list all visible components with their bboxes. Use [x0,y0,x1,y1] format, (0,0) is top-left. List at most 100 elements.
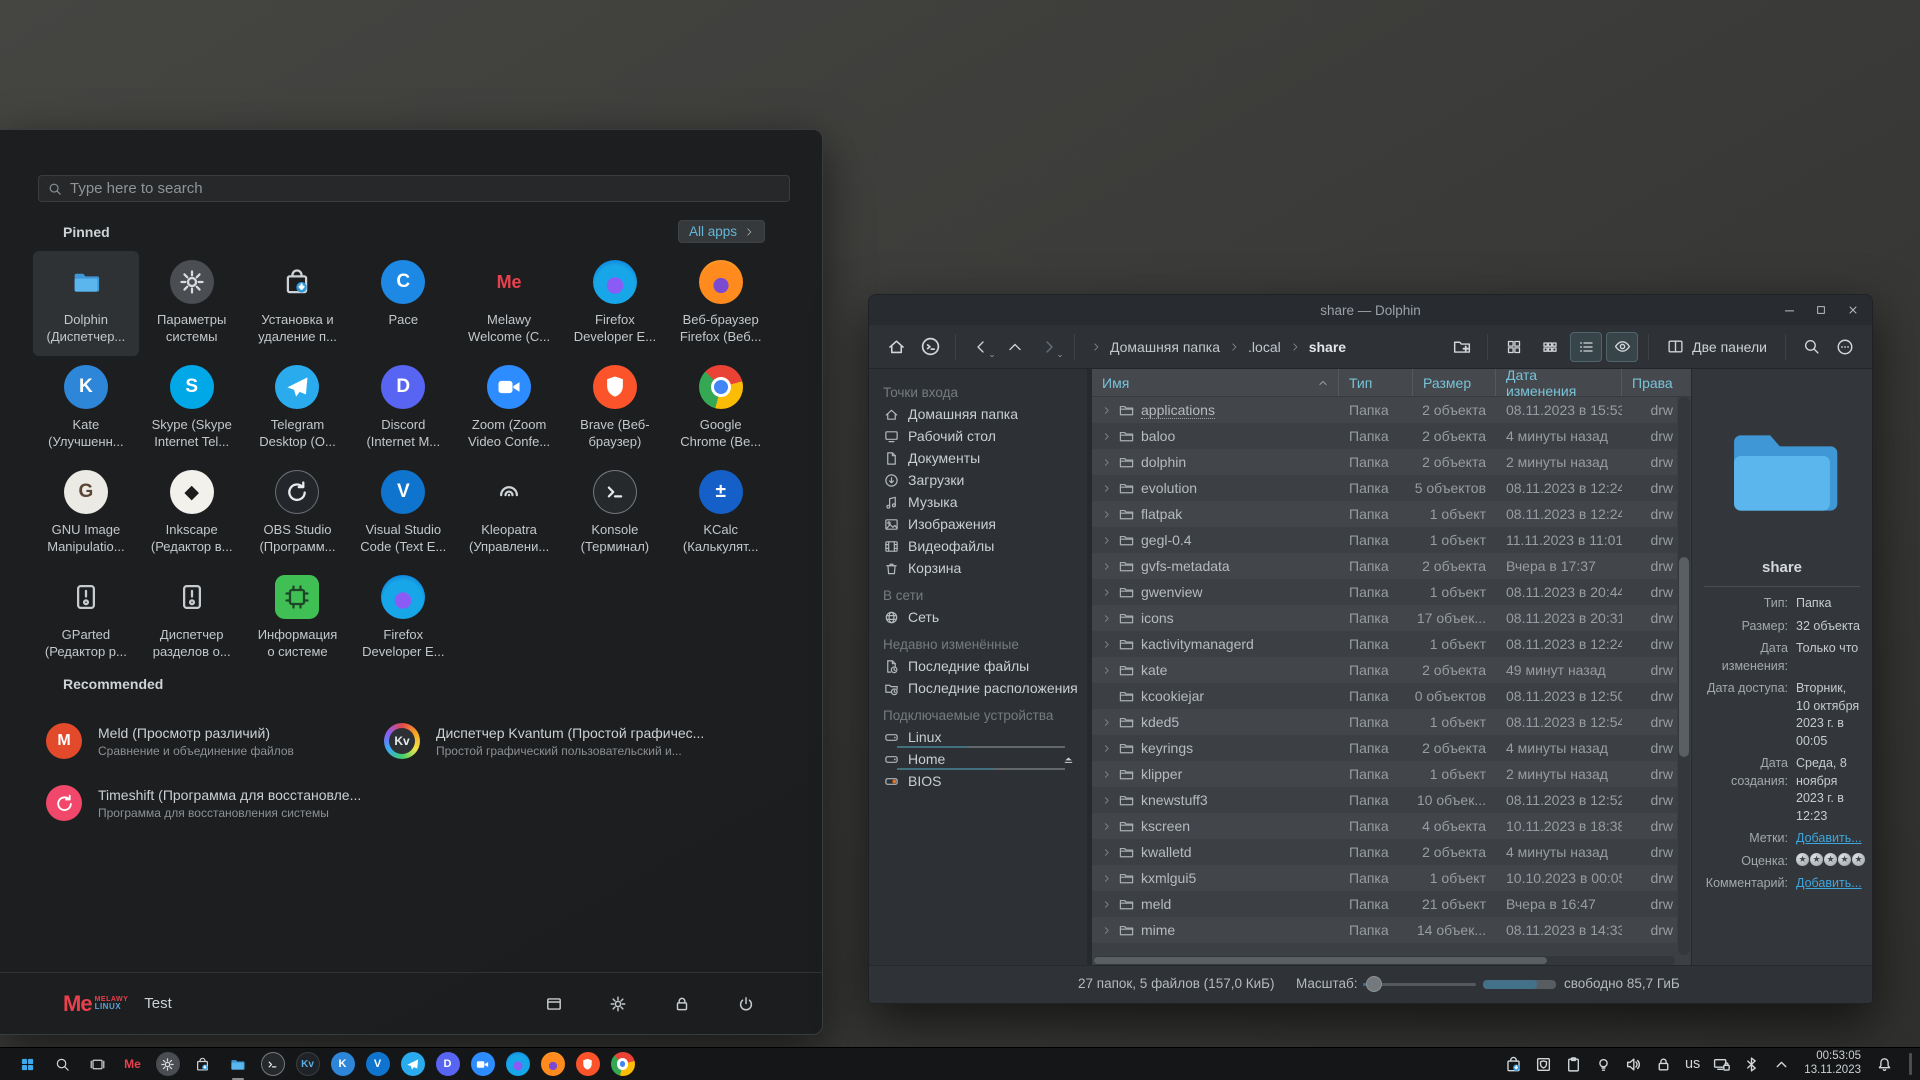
pinned-app-zoom[interactable]: Zoom (ZoomVideo Confe... [456,356,562,461]
place-item-последние-файлы[interactable]: Последние файлы [869,655,1087,677]
expand-icon[interactable] [1102,510,1112,519]
expand-icon[interactable] [1102,614,1112,623]
place-item-bios[interactable]: BIOS [869,770,1087,792]
tray-expand-tray-icon[interactable] [1768,1048,1794,1080]
expand-icon[interactable] [1102,926,1112,935]
taskbar-app-kvantum[interactable]: Kv [290,1048,325,1080]
search-input[interactable]: Type here to search [38,175,790,202]
expand-icon[interactable] [1102,432,1112,441]
pinned-app-brave[interactable]: Brave (Веб-браузер) [562,356,668,461]
pinned-app-melawy-welcome[interactable]: MeMelawyWelcome (C... [456,251,562,356]
pinned-app-kcalc[interactable]: ±KCalc(Калькулят... [668,461,774,566]
expand-icon[interactable] [1102,874,1112,883]
expand-icon[interactable] [1102,848,1112,857]
expand-icon[interactable] [1102,796,1112,805]
tray-volume-icon[interactable] [1621,1048,1647,1080]
pinned-app-partition-manager[interactable]: Диспетчерразделов о... [139,566,245,671]
pinned-app-gimp[interactable]: GGNU ImageManipulatio... [33,461,139,566]
pinned-app-kleopatra[interactable]: Kleopatra(Управлени... [456,461,562,566]
pinned-app-pace[interactable]: CPace [350,251,456,356]
taskbar-app-brave[interactable] [570,1048,605,1080]
recommended-app-meld[interactable]: MMeld (Просмотр различий)Сравнение и объ… [38,710,376,772]
tray-bluetooth-icon[interactable] [1738,1048,1764,1080]
taskbar-app-window-switcher[interactable] [80,1048,115,1080]
taskbar-app-dolphin[interactable] [220,1048,255,1080]
taskbar-app-discover[interactable] [185,1048,220,1080]
maximize-button[interactable] [1812,301,1830,319]
expand-icon[interactable] [1102,718,1112,727]
file-row-kwalletd[interactable]: kwalletdПапка2 объекта4 минуты назадdrw [1092,839,1677,865]
expand-icon[interactable] [1102,640,1112,649]
menu-button[interactable] [1830,332,1860,362]
close-button[interactable] [1844,301,1862,319]
pinned-app-telegram[interactable]: TelegramDesktop (О... [245,356,351,461]
place-item-изображения[interactable]: Изображения [869,513,1087,535]
place-item-рабочий-стол[interactable]: Рабочий стол [869,425,1087,447]
pinned-app-system-settings[interactable]: Параметрысистемы [139,251,245,356]
shutdown-button[interactable] [727,989,765,1019]
pinned-app-discord[interactable]: DDiscord(Internet M... [350,356,456,461]
expand-icon[interactable] [1102,744,1112,753]
place-item-корзина[interactable]: Корзина [869,557,1087,579]
place-item-домашняя-папка[interactable]: Домашняя папка [869,403,1087,425]
zoom-slider[interactable] [1363,983,1476,986]
taskbar-app-telegram[interactable] [395,1048,430,1080]
rating-stars[interactable]: ★★★★★ [1796,853,1865,866]
file-row-kactivitymanagerd[interactable]: kactivitymanagerdПапка1 объект08.11.2023… [1092,631,1677,657]
file-manager-button[interactable] [535,989,573,1019]
file-row-icons[interactable]: iconsПапка17 объек...08.11.2023 в 20:31d… [1092,605,1677,631]
add-link[interactable]: Добавить... [1796,875,1862,893]
taskbar-app-vscode[interactable]: V [360,1048,395,1080]
breadcrumb-item[interactable]: share [1309,339,1346,355]
titlebar[interactable]: share — Dolphin [869,295,1872,325]
new-folder-button[interactable] [1447,332,1477,362]
details-view-button[interactable] [1570,332,1602,362]
place-item-загрузки[interactable]: Загрузки [869,469,1087,491]
tray-night-color-icon[interactable] [1591,1048,1617,1080]
vertical-scrollbar[interactable] [1678,397,1690,955]
file-row-kscreen[interactable]: kscreenПапка4 объекта10.11.2023 в 18:38d… [1092,813,1677,839]
breadcrumb-item[interactable]: Домашняя папка [1110,339,1220,355]
file-row-dolphin[interactable]: dolphinПапка2 объекта2 минуты назадdrw [1092,449,1677,475]
place-item-linux[interactable]: Linux [869,726,1087,748]
settings-button[interactable] [599,989,637,1019]
column-header-2[interactable]: Размер [1413,369,1496,396]
pinned-app-firefox-developer[interactable]: FirefoxDeveloper E... [562,251,668,356]
show-desktop-edge[interactable] [1909,1053,1912,1075]
expand-icon[interactable] [1102,822,1112,831]
add-link[interactable]: Добавить... [1796,830,1862,848]
file-row-baloo[interactable]: balooПапка2 объекта4 минуты назадdrw [1092,423,1677,449]
expand-icon[interactable] [1102,484,1112,493]
pinned-app-skype[interactable]: SSkype (SkypeInternet Tel... [139,356,245,461]
user-avatar-button[interactable] [915,332,945,362]
pinned-app-gparted[interactable]: GParted(Редактор р... [33,566,139,671]
taskbar-app-firefox[interactable] [535,1048,570,1080]
tray-security-icon[interactable] [1531,1048,1557,1080]
file-row-klipper[interactable]: klipperПапка1 объект2 минуты назадdrw [1092,761,1677,787]
up-button[interactable] [1000,332,1030,362]
expand-icon[interactable] [1102,588,1112,597]
column-header-3[interactable]: Дата изменения [1496,369,1622,396]
expand-icon[interactable] [1102,406,1112,415]
pinned-app-vscode[interactable]: VVisual StudioCode (Text E... [350,461,456,566]
icons-view-button[interactable] [1498,332,1530,362]
expand-icon[interactable] [1102,900,1112,909]
file-row-gvfs-metadata[interactable]: gvfs-metadataПапка2 объектаВчера в 17:37… [1092,553,1677,579]
expand-icon[interactable] [1102,536,1112,545]
pinned-app-obs-studio[interactable]: OBS Studio(Программ... [245,461,351,566]
breadcrumb-item[interactable]: .local [1248,339,1281,355]
tray-clipboard-icon[interactable] [1561,1048,1587,1080]
taskbar-app-konsole[interactable] [255,1048,290,1080]
expand-icon[interactable] [1102,562,1112,571]
file-row-flatpak[interactable]: flatpakПапка1 объект08.11.2023 в 12:24dr… [1092,501,1677,527]
taskbar-app-kate[interactable]: K [325,1048,360,1080]
file-row-kate[interactable]: kateПапка2 объекта49 минут назадdrw [1092,657,1677,683]
expand-icon[interactable] [1102,458,1112,467]
taskbar-app-discord[interactable]: D [430,1048,465,1080]
back-button[interactable] [966,332,996,362]
lock-button[interactable] [663,989,701,1019]
eject-icon[interactable] [1062,753,1075,766]
place-item-home[interactable]: Home [869,748,1087,770]
pinned-app-inkscape[interactable]: ◆Inkscape(Редактор в... [139,461,245,566]
horizontal-scrollbar[interactable] [1094,956,1675,965]
